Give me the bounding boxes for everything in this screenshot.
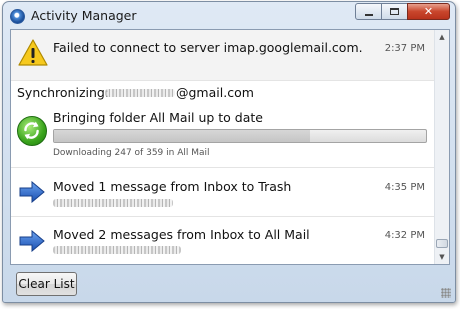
- minimize-button[interactable]: [355, 3, 382, 20]
- window-controls: ✕: [355, 3, 450, 20]
- activity-message: Moved 1 message from Inbox to Trash: [53, 179, 292, 194]
- scroll-up-icon[interactable]: ▲: [437, 32, 447, 42]
- thunderbird-icon: [10, 9, 25, 24]
- list-item[interactable]: Synchronizing: @gmail.com Bringing folde…: [11, 82, 435, 168]
- redacted-email-user: [105, 89, 175, 97]
- clear-list-button[interactable]: Clear List: [16, 272, 77, 296]
- resize-grip-icon[interactable]: [441, 288, 451, 298]
- title-bar[interactable]: Activity Manager ✕: [3, 2, 455, 30]
- arrow-right-icon: [19, 181, 45, 203]
- activity-list-pane: Failed to connect to server imap.googlem…: [10, 29, 450, 265]
- activity-message: Bringing folder All Mail up to date: [53, 110, 263, 125]
- activity-time: 4:32 PM: [384, 230, 425, 241]
- close-button[interactable]: ✕: [407, 3, 450, 20]
- list-item[interactable]: Failed to connect to server imap.googlem…: [11, 30, 435, 81]
- redacted-detail: [53, 246, 181, 254]
- progress-bar: [53, 129, 427, 143]
- activity-list[interactable]: Failed to connect to server imap.googlem…: [11, 30, 435, 264]
- scroll-down-icon[interactable]: ▼: [437, 252, 447, 262]
- sync-header-suffix: @gmail.com: [176, 85, 254, 100]
- list-item[interactable]: Moved 1 message from Inbox to Trash 4:35…: [11, 169, 435, 217]
- activity-manager-window: Activity Manager ✕ Failed to connect to …: [2, 1, 456, 303]
- activity-message: Failed to connect to server imap.googlem…: [53, 40, 363, 55]
- activity-message: Moved 2 messages from Inbox to All Mail: [53, 227, 310, 242]
- activity-time: 4:35 PM: [384, 182, 425, 193]
- minimize-icon: [364, 13, 373, 16]
- activity-status: Downloading 247 of 359 in All Mail: [53, 148, 210, 158]
- scrollbar-thumb[interactable]: [436, 239, 448, 248]
- warning-icon: [18, 39, 48, 66]
- window-title: Activity Manager: [31, 8, 137, 23]
- sync-header-prefix: Synchronizing:: [17, 85, 110, 100]
- vertical-scrollbar[interactable]: ▲ ▼: [434, 30, 449, 264]
- sync-icon: [17, 116, 47, 146]
- maximize-icon: [390, 8, 399, 15]
- progress-fill: [54, 130, 310, 142]
- activity-time: 2:37 PM: [384, 43, 425, 54]
- arrow-right-icon: [19, 230, 45, 252]
- maximize-button[interactable]: [381, 3, 408, 20]
- redacted-detail: [53, 199, 173, 207]
- list-item[interactable]: Moved 2 messages from Inbox to All Mail …: [11, 218, 435, 264]
- close-icon: ✕: [423, 5, 434, 18]
